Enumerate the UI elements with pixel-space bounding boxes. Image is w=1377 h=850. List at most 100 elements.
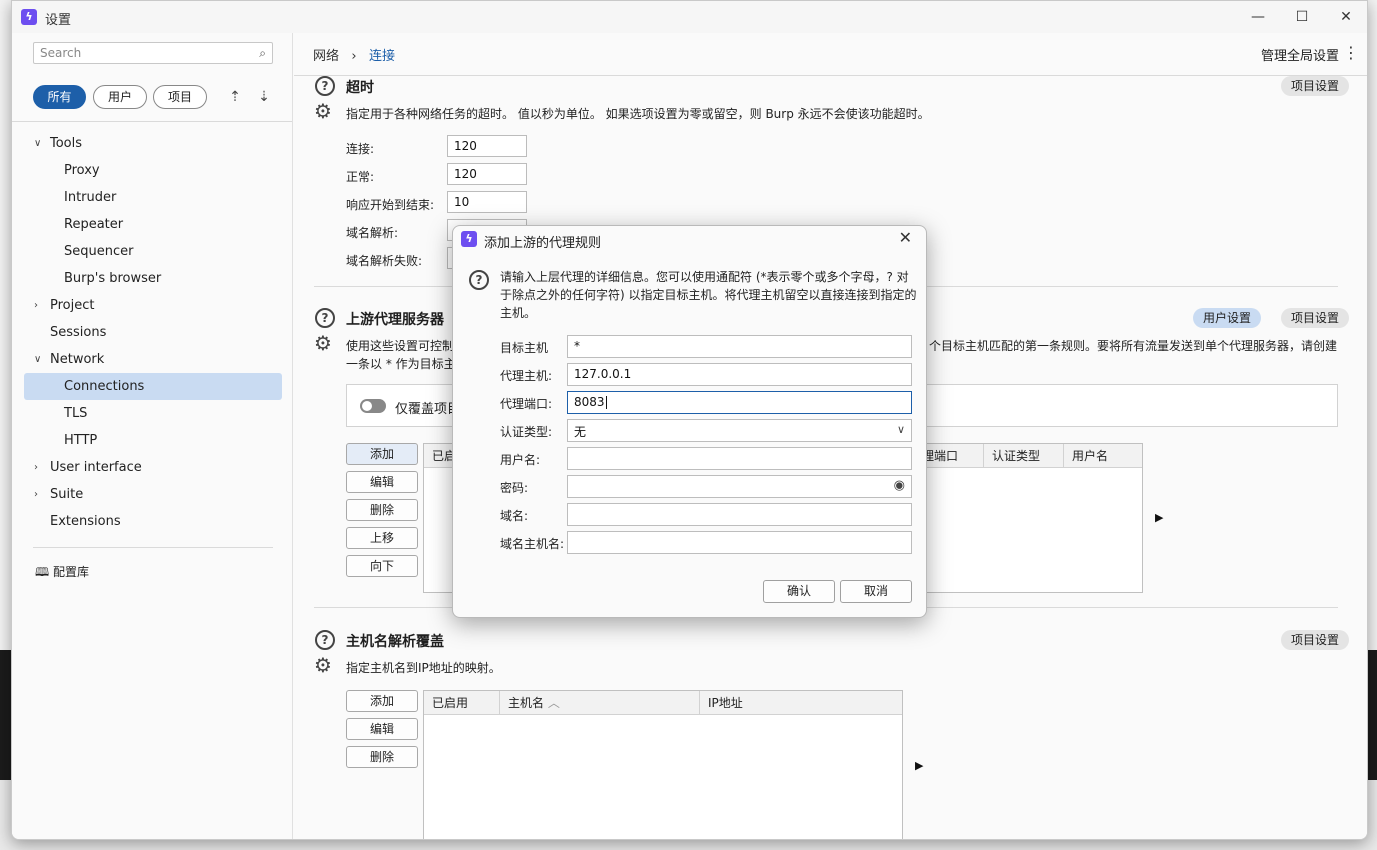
remove-rule-button[interactable]: 删除 <box>346 499 418 521</box>
tree-item-tls[interactable]: TLS <box>24 400 282 427</box>
auth-type-select[interactable]: 无 ∨ <box>567 419 912 442</box>
hostname-project-settings-badge[interactable]: 项目设置 <box>1281 630 1350 650</box>
chevron-right-icon: › <box>34 300 38 311</box>
proxy-host-input[interactable]: 127.0.0.1 <box>567 363 912 386</box>
dialog-title: 添加上游的代理规则 <box>484 236 602 251</box>
field-label: 认证类型: <box>500 425 553 439</box>
gear-icon[interactable]: ⚙ <box>314 99 332 123</box>
response-timeout-input[interactable]: 10 <box>447 191 527 213</box>
gear-icon[interactable]: ⚙ <box>314 653 332 677</box>
help-icon[interactable]: ? <box>315 630 335 650</box>
close-icon[interactable]: ✕ <box>899 228 912 247</box>
add-rule-button[interactable]: 添加 <box>346 443 418 465</box>
chevron-down-icon: ∨ <box>896 423 905 436</box>
expand-all-icon[interactable]: ⇡ <box>226 88 244 106</box>
remove-host-button[interactable]: 删除 <box>346 746 418 768</box>
tree-item-http[interactable]: HTTP <box>24 427 282 454</box>
filter-all-button[interactable]: 所有 <box>33 85 86 109</box>
sidebar-divider <box>12 121 292 122</box>
collapse-all-icon[interactable]: ⇣ <box>255 88 273 106</box>
burp-app-icon: ϟ <box>461 231 477 247</box>
column-header-enabled[interactable]: 已启用 <box>424 691 500 715</box>
help-icon[interactable]: ? <box>315 76 335 96</box>
burp-app-icon: ϟ <box>21 9 37 25</box>
hostname-description: 指定主机名到IP地址的映射。 <box>346 661 501 675</box>
search-input[interactable]: Search ⌕ <box>33 42 273 64</box>
filter-user-button[interactable]: 用户 <box>93 85 147 109</box>
password-input[interactable]: ◉ <box>567 475 912 498</box>
scroll-right-arrow-icon[interactable]: ▶ <box>1155 511 1163 524</box>
maximize-button[interactable]: ☐ <box>1288 5 1316 29</box>
move-up-button[interactable]: 上移 <box>346 527 418 549</box>
tree-item-tools[interactable]: ∨ Tools <box>24 130 282 157</box>
field-label: 代理端口: <box>500 397 553 411</box>
breadcrumb-separator: › <box>351 49 357 64</box>
dialog-description: 请输入上层代理的详细信息。您可以使用通配符 (*表示零个或多个字母，? 对于除点… <box>500 270 917 320</box>
breadcrumb-parent[interactable]: 网络 <box>313 49 339 64</box>
section-title-upstream-proxy: 上游代理服务器 <box>346 312 444 328</box>
tree-item-repeater[interactable]: Repeater <box>24 211 282 238</box>
chevron-down-icon: ∨ <box>34 354 42 365</box>
username-input[interactable] <box>567 447 912 470</box>
ok-button[interactable]: 确认 <box>763 580 835 603</box>
tree-item-extensions[interactable]: Extensions <box>24 508 282 535</box>
override-project-toggle[interactable] <box>360 399 386 413</box>
tree-item-connections[interactable]: Connections <box>24 373 282 400</box>
section-title-hostname-override: 主机名解析覆盖 <box>346 634 444 650</box>
tree-item-intruder[interactable]: Intruder <box>24 184 282 211</box>
scroll-right-arrow-icon[interactable]: ▶ <box>915 759 923 772</box>
filter-project-button[interactable]: 项目 <box>153 85 207 109</box>
field-label: 域名主机名: <box>500 537 565 551</box>
add-host-button[interactable]: 添加 <box>346 690 418 712</box>
tree-item-label: Tools <box>50 136 83 151</box>
minimize-button[interactable]: — <box>1244 5 1272 29</box>
proxy-port-input[interactable]: 8083 <box>567 391 912 414</box>
column-header-auth-type[interactable]: 认证类型 <box>984 444 1064 468</box>
cancel-button[interactable]: 取消 <box>840 580 912 603</box>
tree-item-sessions[interactable]: Sessions <box>24 319 282 346</box>
manage-global-settings-link[interactable]: 管理全局设置 <box>1261 45 1339 64</box>
tree-item-sequencer[interactable]: Sequencer <box>24 238 282 265</box>
show-password-icon[interactable]: ◉ <box>894 478 905 493</box>
more-options-icon[interactable]: ⋮ <box>1343 43 1359 62</box>
edit-rule-button[interactable]: 编辑 <box>346 471 418 493</box>
tree-item-proxy[interactable]: Proxy <box>24 157 282 184</box>
upstream-user-settings-badge[interactable]: 用户设置 <box>1193 308 1262 328</box>
connect-timeout-input[interactable]: 120 <box>447 135 527 157</box>
column-header-ip[interactable]: IP地址 <box>700 691 904 715</box>
upstream-description-start: 使用这些设置可控制 <box>346 339 455 353</box>
hostname-table[interactable]: 已启用 主机名 ︿ IP地址 <box>423 690 904 839</box>
config-library-link[interactable]: 🕮 配置库 <box>35 563 89 584</box>
tree-item-label: Network <box>50 352 105 367</box>
field-label: 域名解析失败: <box>346 254 423 268</box>
add-upstream-proxy-dialog: ϟ 添加上游的代理规则 ✕ ? 请输入上层代理的详细信息。您可以使用通配符 (*… <box>452 225 927 618</box>
field-label: 目标主机 <box>500 341 549 355</box>
upstream-project-settings-badge[interactable]: 项目设置 <box>1281 308 1350 328</box>
move-down-button[interactable]: 向下 <box>346 555 418 577</box>
tree-item-user-interface[interactable]: › User interface <box>24 454 282 481</box>
column-header-username[interactable]: 用户名 <box>1064 444 1144 468</box>
domain-input[interactable] <box>567 503 912 526</box>
field-label: 连接: <box>346 142 375 156</box>
column-header-hostname-label: 主机名 <box>508 696 545 710</box>
config-library-label: 配置库 <box>52 565 89 579</box>
close-button[interactable]: ✕ <box>1332 5 1360 29</box>
column-header-hostname[interactable]: 主机名 ︿ <box>500 691 700 715</box>
domain-hostname-input[interactable] <box>567 531 912 554</box>
destination-host-input[interactable]: * <box>567 335 912 358</box>
tree-item-burps-browser[interactable]: Burp's browser <box>24 265 282 292</box>
normal-timeout-input[interactable]: 120 <box>447 163 527 185</box>
help-icon[interactable]: ? <box>315 308 335 328</box>
window-title: 设置 <box>45 13 72 28</box>
field-label: 域名解析: <box>346 226 399 240</box>
edit-host-button[interactable]: 编辑 <box>346 718 418 740</box>
gear-icon[interactable]: ⚙ <box>314 331 332 355</box>
timeout-project-settings-badge[interactable]: 项目设置 <box>1281 76 1350 96</box>
tree-item-suite[interactable]: › Suite <box>24 481 282 508</box>
field-label: 正常: <box>346 170 375 184</box>
background-dark-right <box>1368 650 1377 780</box>
book-icon: 🕮 <box>35 565 50 579</box>
tree-item-network[interactable]: ∨ Network <box>24 346 282 373</box>
tree-item-project[interactable]: › Project <box>24 292 282 319</box>
breadcrumb: 网络 › 连接 <box>313 45 395 64</box>
